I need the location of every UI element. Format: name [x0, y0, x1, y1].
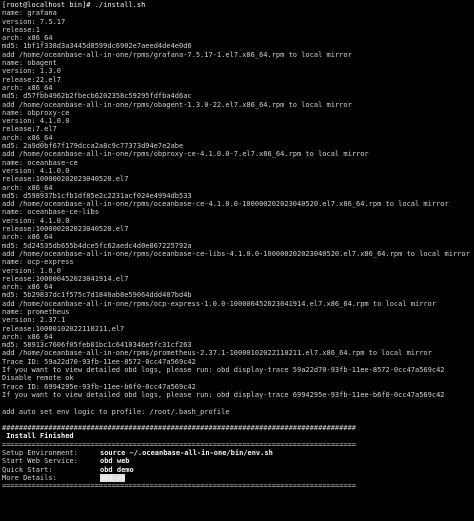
output-line: If you want to view detailed obd logs, p…	[2, 390, 445, 399]
output-line: name: prometheus	[2, 307, 70, 316]
output-line: arch: x86_64	[2, 183, 53, 192]
output-line: name: grafana	[2, 9, 57, 18]
output-line: version: 4.1.0.0	[2, 117, 70, 126]
output-line: version: 2.37.1	[2, 316, 66, 325]
output-line: add /home/oceanbase-all-in-one/rpms/ocp-…	[2, 299, 437, 308]
table-row: Start Web Service: obd web	[2, 457, 472, 465]
output-line: Disable remote ok	[2, 374, 74, 383]
row-label: More Details:	[2, 473, 57, 482]
output-line: Trace ID: 59a22d70-93fb-11ee-8572-0cc47a…	[2, 357, 196, 366]
output-line: md5: d57fbb4962b2fbecb6202358c59295fdfba…	[2, 92, 192, 101]
output-line: md5: 58913c7606f05feb01bc1c6410346e5fc31…	[2, 341, 192, 350]
output-line: release:10000102022110211.el7	[2, 324, 125, 333]
row-label: Quick Start:	[2, 465, 53, 474]
output-line: version: 4.1.0.0	[2, 166, 70, 175]
row-value: obd demo	[100, 465, 134, 474]
output-line: md5: 2a9d0bf67f179dcca2a8c9c77373d94e7e2…	[2, 142, 184, 151]
output-line: arch: x86_64	[2, 83, 53, 92]
output-line: version: 1.0.0	[2, 266, 62, 275]
output-line: release:100000202023040520.el7	[2, 225, 129, 234]
table-row: Setup Environment: source ~/.oceanbase-al…	[2, 449, 472, 457]
row-label: Start Web Service:	[2, 457, 78, 466]
output-line: md5: 5d24535db655b4dce5fc62aedc4d0e86722…	[2, 241, 192, 250]
output-line: md5: d598937b1cfb1df85e2c2231acf024e4994…	[2, 191, 192, 200]
output-line: add /home/oceanbase-all-in-one/rpms/prom…	[2, 349, 432, 358]
install-output: name: grafana version: 7.5.17 release:1 arc…	[2, 9, 472, 424]
output-line: add /home/oceanbase-all-in-one/rpms/ocea…	[2, 249, 470, 258]
output-line: release:1	[2, 25, 40, 34]
output-line: add /home/oceanbase-all-in-one/rpms/obag…	[2, 100, 352, 109]
output-line: md5: 5b29837dc1f575c7d1840ab8e59064ddd40…	[2, 291, 192, 300]
row-label: Setup Environment:	[2, 449, 78, 458]
install-finished-heading: Install Finished	[2, 432, 74, 441]
row-value: obd web	[100, 457, 130, 466]
terminal-window[interactable]: [root@localhost bin]# ./install.sh name:…	[0, 0, 474, 521]
output-line: arch: x86_64	[2, 133, 53, 142]
output-line: name: obproxy-ce	[2, 108, 70, 117]
output-line: release:7.el7	[2, 125, 57, 134]
output-line: name: obagent	[2, 59, 57, 68]
table-border-top: ########################################…	[2, 424, 357, 433]
output-line: name: oceanbase-ce-libs	[2, 208, 99, 217]
install-summary-table: Setup Environment: source ~/.oceanbase-al…	[2, 449, 472, 483]
row-value: source ~/.oceanbase-all-in-one/bin/env.s…	[100, 449, 273, 458]
output-line: arch: x86_64	[2, 332, 53, 341]
output-line: arch: x86_64	[2, 233, 53, 242]
output-line: name: oceanbase-ce	[2, 158, 78, 167]
output-line: name: ocp-express	[2, 258, 74, 267]
output-line: version: 7.5.17	[2, 17, 66, 26]
output-line: arch: x86_64	[2, 283, 53, 292]
output-line: add auto set env logic to profile: /root…	[2, 407, 230, 416]
table-row: More Details: obd -h	[2, 473, 472, 483]
output-line: add /home/oceanbase-all-in-one/rpms/graf…	[2, 50, 352, 59]
output-line: Trace ID: 6994295e-93fb-11ee-b6f0-0cc47a…	[2, 382, 196, 391]
output-line: add /home/oceanbase-all-in-one/rpms/obpr…	[2, 150, 369, 159]
output-line: version: 4.1.0.0	[2, 216, 70, 225]
shell-prompt: [root@localhost bin]# ./install.sh	[2, 1, 146, 9]
selected-command-value: obd -h	[100, 473, 126, 483]
table-border-middle: ========================================…	[2, 440, 357, 449]
output-line: arch: x86_64	[2, 34, 53, 43]
output-line: md5: 1bf1f338d3a3445d8599dc6902e7aeed4de…	[2, 42, 192, 51]
output-line: release:100000202023040520.el7	[2, 175, 129, 184]
output-line: version: 1.3.0	[2, 67, 62, 76]
output-line: If you want to view detailed obd logs, p…	[2, 366, 445, 375]
table-border-bottom: ========================================…	[2, 482, 357, 491]
output-line: release:22.el7	[2, 75, 62, 84]
output-line: release:100000452023041914.el7	[2, 274, 129, 283]
table-row: Quick Start: obd demo	[2, 466, 472, 474]
output-line: add /home/oceanbase-all-in-one/rpms/ocea…	[2, 200, 449, 209]
